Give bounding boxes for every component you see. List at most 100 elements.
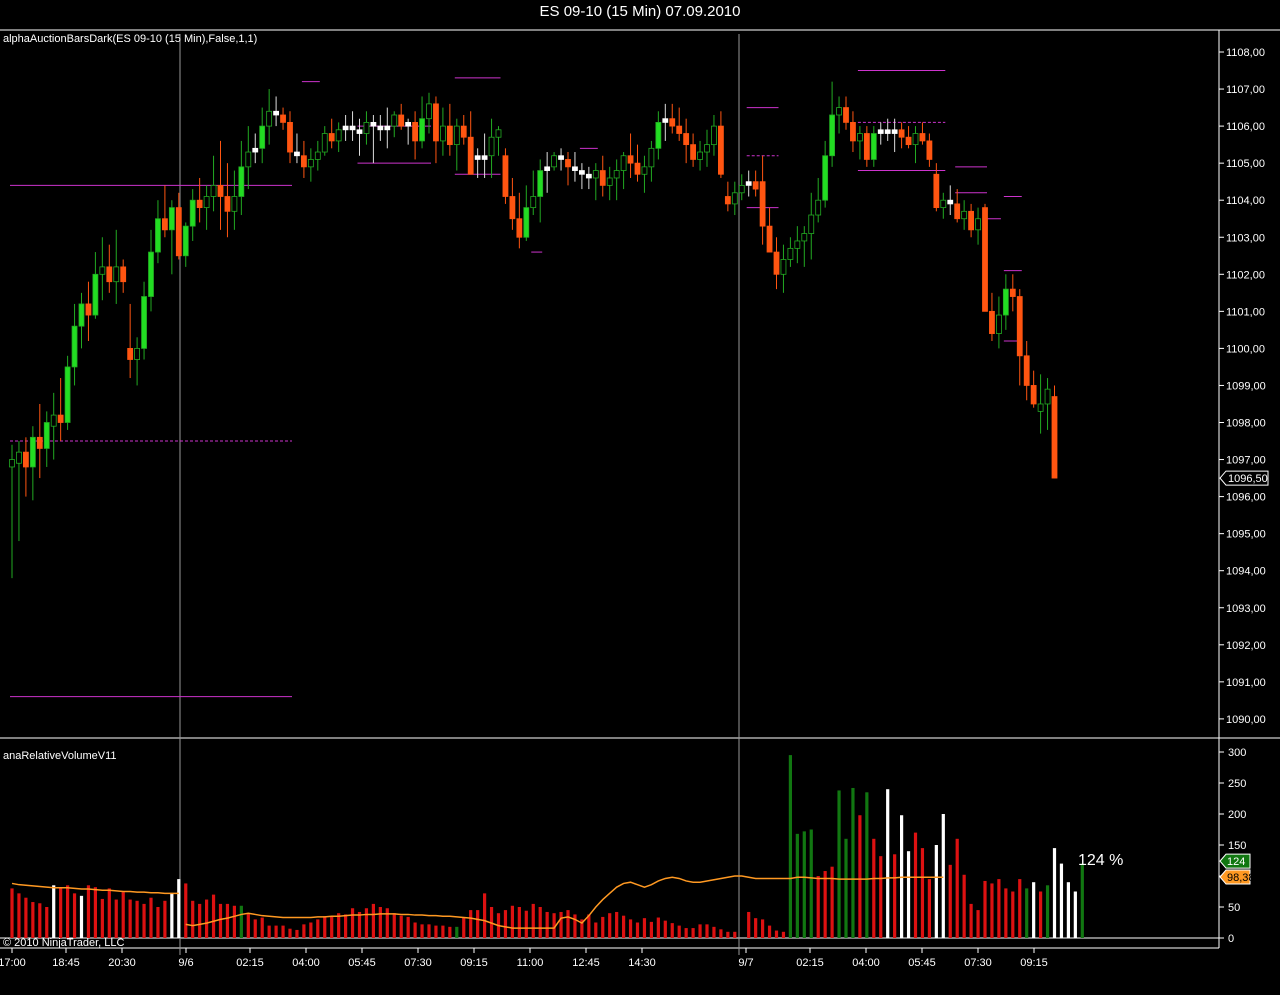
candle-body [662, 118, 669, 123]
volume-bar [969, 903, 973, 938]
candles-layer [9, 81, 1058, 579]
candle-body [71, 325, 78, 368]
candle-body [863, 133, 870, 160]
volume-bar [323, 916, 327, 938]
volume-bar [267, 925, 271, 938]
volume-bar [420, 924, 424, 938]
volume-bar [656, 917, 660, 938]
volume-bar [17, 893, 21, 938]
candle [127, 303, 134, 379]
candle [752, 170, 759, 197]
volume-layer [10, 755, 1084, 938]
candle [1002, 274, 1009, 330]
candle [669, 103, 676, 134]
candle-body [704, 144, 710, 153]
candle-body [1037, 403, 1044, 412]
candle [857, 126, 863, 160]
candle [141, 281, 147, 360]
candle [349, 111, 356, 141]
candle [273, 96, 280, 127]
candle-body [384, 125, 391, 131]
volume-bar [45, 907, 49, 938]
volume-bar [879, 856, 883, 938]
candle [613, 159, 620, 201]
y-tick-label: 1091,00 [1226, 677, 1266, 689]
volume-bar [66, 885, 70, 938]
candle [377, 114, 384, 141]
candle [460, 114, 467, 145]
volume-bar [357, 911, 362, 938]
volume-bar [413, 922, 417, 938]
candle [982, 203, 988, 312]
volume-bar [858, 815, 862, 938]
volume-bar [455, 926, 459, 938]
volume-bar [906, 851, 911, 938]
candle-body [439, 125, 446, 142]
candle [954, 189, 961, 223]
candle-body [808, 214, 815, 234]
candle [134, 337, 141, 386]
volume-bar [795, 833, 799, 938]
candle [64, 355, 71, 430]
candle [356, 118, 363, 156]
candle-body [161, 218, 168, 231]
candle-body [996, 314, 1002, 334]
y-tick-label: 1107,00 [1226, 84, 1265, 96]
volume-bar [344, 914, 348, 938]
volume-bar [156, 907, 160, 938]
candle [780, 244, 787, 293]
volume-bar [448, 926, 452, 938]
candle [697, 140, 703, 171]
volume-bar [72, 893, 77, 938]
candle [245, 126, 252, 190]
candle [328, 118, 335, 149]
candle-body [579, 170, 585, 175]
x-tick-label: 09:15 [460, 957, 488, 969]
candle-body [85, 303, 92, 316]
candle [474, 148, 481, 178]
candle-body [398, 114, 405, 127]
candle [940, 192, 947, 219]
candle [947, 185, 954, 216]
volume-bar [684, 928, 688, 938]
volume-tick-label: 150 [1228, 840, 1246, 852]
candle [648, 140, 655, 182]
candle [572, 152, 578, 182]
candle-body [606, 177, 613, 186]
volume-bar [378, 907, 382, 938]
chart-canvas[interactable]: 1108,00 1107,00 1106,00 1105,00 1104,00 1103,… [0, 0, 1280, 995]
candle-body [516, 218, 523, 238]
volume-bar [893, 854, 897, 938]
candle-body [231, 196, 238, 212]
candle-body [78, 303, 85, 327]
volume-bar [698, 924, 702, 938]
candle-body [224, 196, 231, 212]
volume-bar [149, 897, 153, 938]
volume-bar [781, 931, 786, 938]
candle [280, 107, 286, 130]
volume-bar [281, 925, 285, 938]
candle-body [724, 196, 731, 205]
candle-body [843, 107, 849, 123]
candle-body [495, 129, 502, 138]
candle-body [356, 129, 363, 134]
candle [627, 133, 634, 178]
candle [565, 152, 571, 186]
candle-body [829, 114, 835, 157]
y-tick-label: 1103,00 [1226, 232, 1265, 244]
volume-bar [628, 919, 633, 938]
volume-bar [976, 910, 980, 938]
volume-bar [990, 883, 994, 938]
volume-bar [809, 829, 813, 938]
candle-body [565, 159, 571, 168]
volume-bar [225, 903, 230, 938]
candle-body [933, 173, 940, 209]
volume-bar [844, 838, 848, 938]
volume-bar [239, 905, 243, 938]
candle-body [50, 414, 57, 427]
candle-body [982, 207, 988, 312]
volume-bar [615, 911, 619, 938]
candle-body [141, 296, 147, 349]
candle-body [16, 451, 22, 464]
candle-body [898, 129, 905, 138]
